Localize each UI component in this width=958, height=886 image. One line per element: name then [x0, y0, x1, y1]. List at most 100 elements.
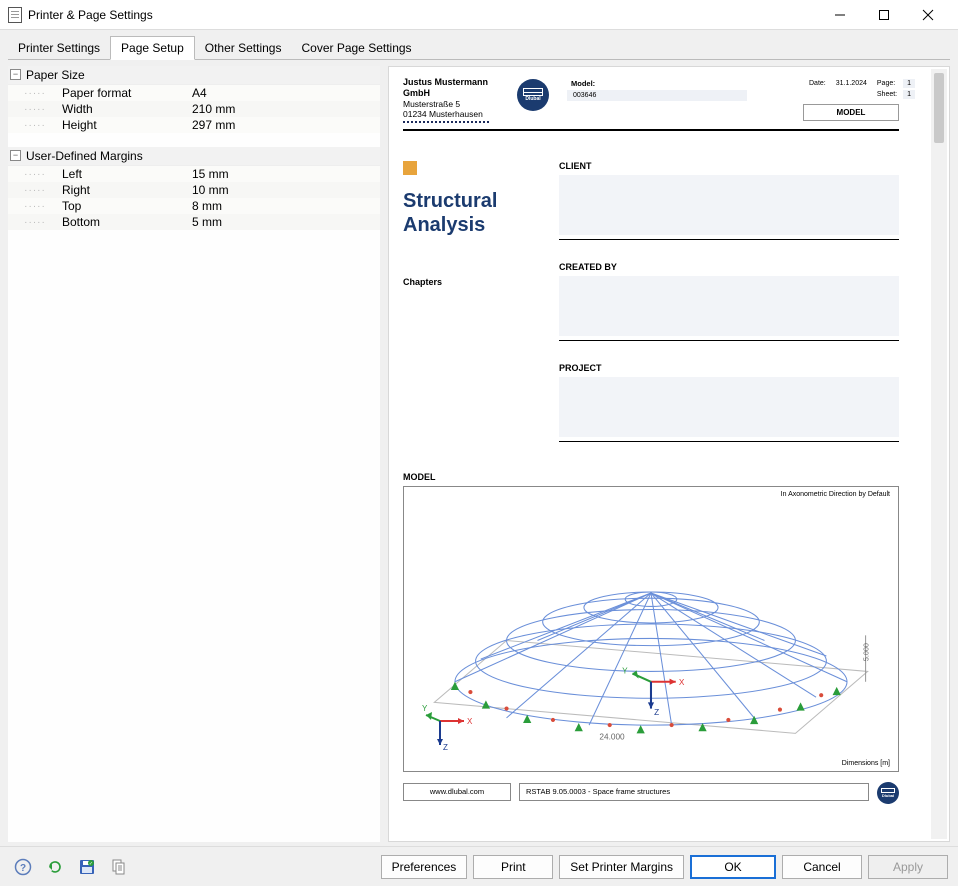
row-label: Height — [62, 118, 192, 132]
cancel-button[interactable]: Cancel — [782, 855, 862, 879]
svg-text:X: X — [679, 678, 685, 687]
model-caption: In Axonometric Direction by Default — [781, 491, 890, 498]
apply-button[interactable]: Apply — [868, 855, 948, 879]
row-label: Bottom — [62, 215, 192, 229]
model-box: In Axonometric Direction by Default Dime… — [403, 486, 899, 772]
row-label: Left — [62, 167, 192, 181]
header-rule — [403, 129, 899, 131]
tab-other-settings[interactable]: Other Settings — [195, 37, 292, 59]
help-icon[interactable]: ? — [10, 854, 36, 880]
window-title: Printer & Page Settings — [28, 8, 153, 22]
dotted-rule — [403, 121, 489, 123]
group-user-margins[interactable]: − User-Defined Margins — [8, 147, 380, 166]
project-field — [559, 377, 899, 437]
row-margin-bottom[interactable]: ····· Bottom 5 mm — [8, 214, 380, 230]
preview-header: Justus Mustermann GmbH Musterstraße 5 01… — [403, 77, 899, 123]
page-preview: Justus Mustermann GmbH Musterstraße 5 01… — [403, 77, 899, 804]
copy-icon[interactable] — [106, 854, 132, 880]
company-name: Justus Mustermann GmbH — [403, 77, 507, 99]
dome-graphic-icon: 24.000 5.000 X Y — [424, 527, 878, 744]
axis-mini-icon: X Y Z — [422, 703, 482, 753]
chapters-label: Chapters — [403, 277, 537, 287]
page-label: Page: — [873, 79, 901, 88]
sheet-label: Sheet: — [873, 90, 901, 99]
footer-app: RSTAB 9.05.0003 - Space frame structures — [519, 783, 869, 801]
save-icon[interactable]: ✓ — [74, 854, 100, 880]
svg-text:Z: Z — [443, 743, 448, 752]
set-printer-margins-button[interactable]: Set Printer Margins — [559, 855, 684, 879]
preview-pane: Justus Mustermann GmbH Musterstraße 5 01… — [388, 66, 950, 842]
footer-url: www.dlubal.com — [403, 783, 511, 801]
row-label: Paper format — [62, 86, 192, 100]
model-dimensions: Dimensions [m] — [842, 760, 890, 767]
ok-button[interactable]: OK — [690, 855, 776, 879]
doc-right-column: CLIENT CREATED BY PROJECT — [559, 161, 899, 442]
createdby-label: CREATED BY — [559, 262, 899, 272]
content-area: Printer Settings Page Setup Other Settin… — [0, 30, 958, 846]
model-section-label: MODEL — [403, 472, 899, 482]
row-value[interactable]: 8 mm — [192, 199, 380, 213]
doc-title-line1: Structural — [403, 190, 497, 212]
svg-text:?: ? — [20, 863, 26, 874]
row-margin-top[interactable]: ····· Top 8 mm — [8, 198, 380, 214]
preview-footer: www.dlubal.com RSTAB 9.05.0003 - Space f… — [403, 780, 899, 804]
titlebar: Printer & Page Settings — [0, 0, 958, 30]
svg-text:Y: Y — [622, 666, 628, 675]
svg-text:X: X — [467, 717, 473, 726]
page-value: 1 — [903, 79, 915, 88]
settings-tree: − Paper Size ····· Paper format A4 ·····… — [8, 66, 380, 842]
model-section: MODEL In Axonometric Direction by Defaul… — [403, 472, 899, 804]
tab-page-setup[interactable]: Page Setup — [110, 36, 195, 60]
company-line2: 01234 Musterhausen — [403, 109, 507, 119]
collapse-icon[interactable]: − — [10, 150, 21, 161]
svg-text:5.000: 5.000 — [862, 643, 871, 661]
row-height[interactable]: ····· Height 297 mm — [8, 117, 380, 133]
orange-square-icon — [403, 161, 417, 175]
svg-text:Z: Z — [654, 708, 659, 717]
row-value[interactable]: 15 mm — [192, 167, 380, 181]
row-margin-right[interactable]: ····· Right 10 mm — [8, 182, 380, 198]
row-label: Width — [62, 102, 192, 116]
tabstrip: Printer Settings Page Setup Other Settin… — [8, 36, 950, 60]
header-right: Date: 31.1.2024 Page: 1 Sheet: 1 — [803, 77, 899, 123]
sheet-value: 1 — [903, 90, 915, 99]
minimize-button[interactable] — [818, 1, 862, 29]
row-value[interactable]: 297 mm — [192, 118, 380, 132]
row-value[interactable]: 210 mm — [192, 102, 380, 116]
close-button[interactable] — [906, 1, 950, 29]
row-value[interactable]: 10 mm — [192, 183, 380, 197]
row-value[interactable]: A4 — [192, 86, 380, 100]
row-margin-left[interactable]: ····· Left 15 mm — [8, 166, 380, 182]
group-paper-size[interactable]: − Paper Size — [8, 66, 380, 85]
scrollbar[interactable] — [931, 69, 947, 839]
tab-cover-page-settings[interactable]: Cover Page Settings — [291, 37, 421, 59]
tab-printer-settings[interactable]: Printer Settings — [8, 37, 110, 59]
scrollbar-thumb[interactable] — [934, 73, 944, 143]
print-button[interactable]: Print — [473, 855, 553, 879]
group-paper-size-label: Paper Size — [26, 68, 85, 82]
row-label: Top — [62, 199, 192, 213]
collapse-icon[interactable]: − — [10, 69, 21, 80]
client-label: CLIENT — [559, 161, 899, 171]
header-meta: Model: 003646 — [567, 77, 793, 123]
row-width[interactable]: ····· Width 210 mm — [8, 101, 380, 117]
preferences-button[interactable]: Preferences — [381, 855, 468, 879]
row-paper-format[interactable]: ····· Paper format A4 — [8, 85, 380, 101]
model-value: 003646 — [567, 90, 747, 101]
dlubal-logo-icon: Dlubal — [517, 79, 549, 111]
project-label: PROJECT — [559, 363, 899, 373]
company-line1: Musterstraße 5 — [403, 99, 507, 109]
group-user-margins-label: User-Defined Margins — [26, 149, 143, 163]
date-value: 31.1.2024 — [832, 79, 871, 88]
model-button-label: MODEL — [803, 104, 899, 121]
dlubal-logo-icon: Dlubal — [877, 782, 899, 804]
maximize-button[interactable] — [862, 1, 906, 29]
svg-text:24.000: 24.000 — [599, 733, 625, 742]
row-value[interactable]: 5 mm — [192, 215, 380, 229]
reset-icon[interactable] — [42, 854, 68, 880]
svg-text:Y: Y — [422, 704, 428, 713]
model-label: Model: — [567, 77, 613, 90]
createdby-field — [559, 276, 899, 336]
client-field — [559, 175, 899, 235]
row-label: Right — [62, 183, 192, 197]
